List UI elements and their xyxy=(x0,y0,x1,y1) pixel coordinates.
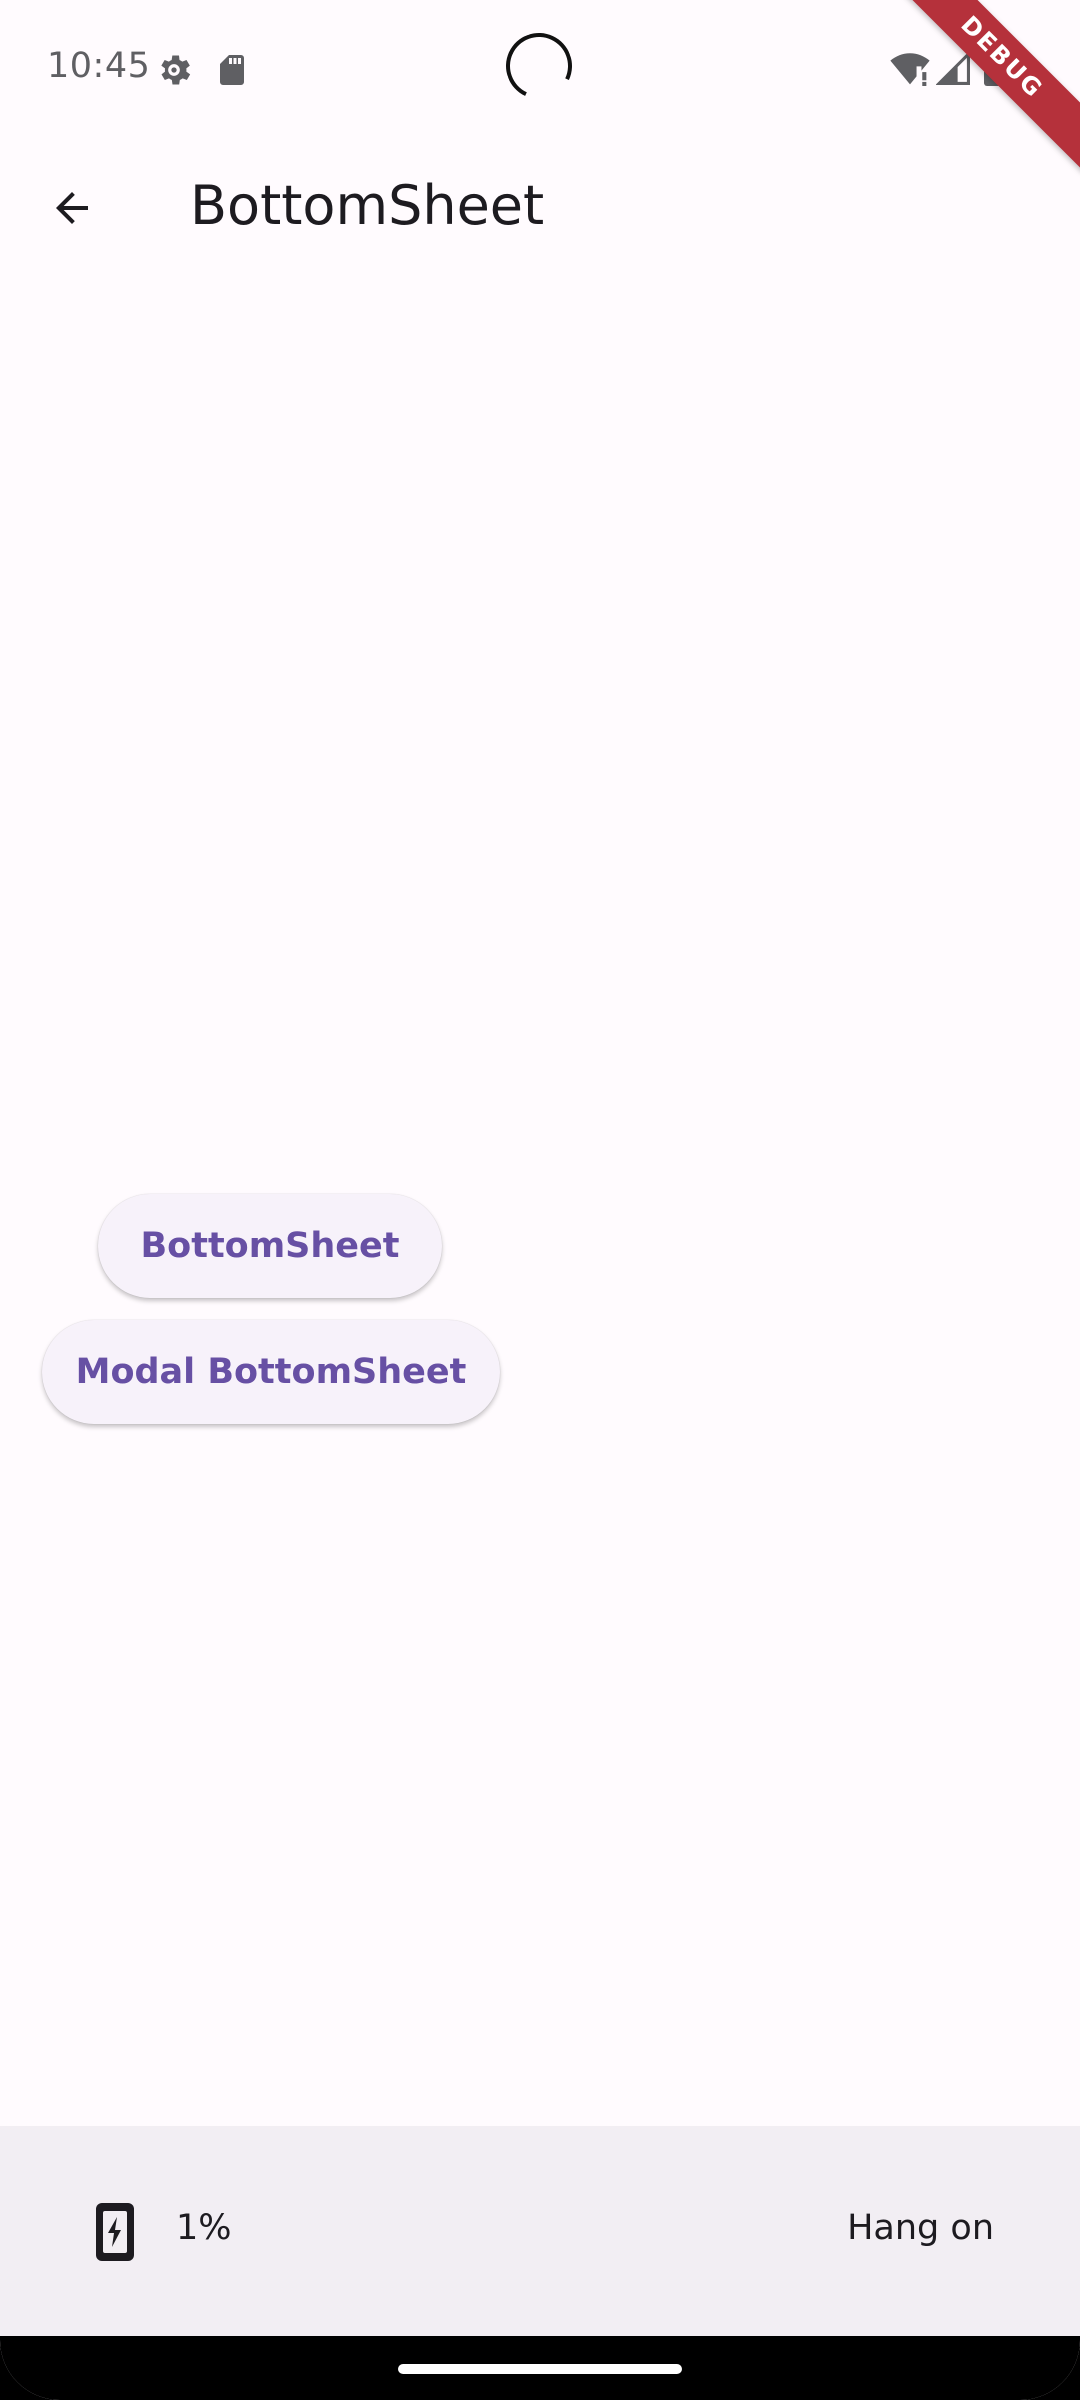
modal-bottomsheet-button-label: Modal BottomSheet xyxy=(75,1352,467,1392)
battery-percent: 1% xyxy=(176,2208,232,2248)
signal-icon xyxy=(936,50,970,85)
app-screen: 10:45 DEBUG BottomSheet BottomSheet Moda… xyxy=(0,0,1080,2400)
status-bar: 10:45 xyxy=(0,0,1080,136)
battery-notice-panel: 1% Hang on xyxy=(0,2126,1080,2336)
wifi-alert-icon xyxy=(890,53,930,86)
status-time: 10:45 xyxy=(47,46,151,86)
battery-charging-icon xyxy=(96,2203,134,2261)
bottomsheet-button-label: BottomSheet xyxy=(140,1226,400,1266)
hang-on-message: Hang on xyxy=(847,2208,994,2248)
page-title: BottomSheet xyxy=(190,174,545,237)
arrow-back-icon xyxy=(56,192,88,224)
app-bar: BottomSheet xyxy=(0,136,1080,280)
modal-bottomsheet-button[interactable]: Modal BottomSheet xyxy=(42,1320,500,1424)
back-button[interactable] xyxy=(36,172,108,244)
navigation-bar xyxy=(0,2336,1080,2400)
sd-card-icon xyxy=(220,55,244,85)
bottomsheet-button[interactable]: BottomSheet xyxy=(98,1194,442,1298)
home-indicator[interactable] xyxy=(398,2364,682,2374)
settings-gear-icon xyxy=(161,55,191,85)
camera-cutout xyxy=(496,23,582,109)
